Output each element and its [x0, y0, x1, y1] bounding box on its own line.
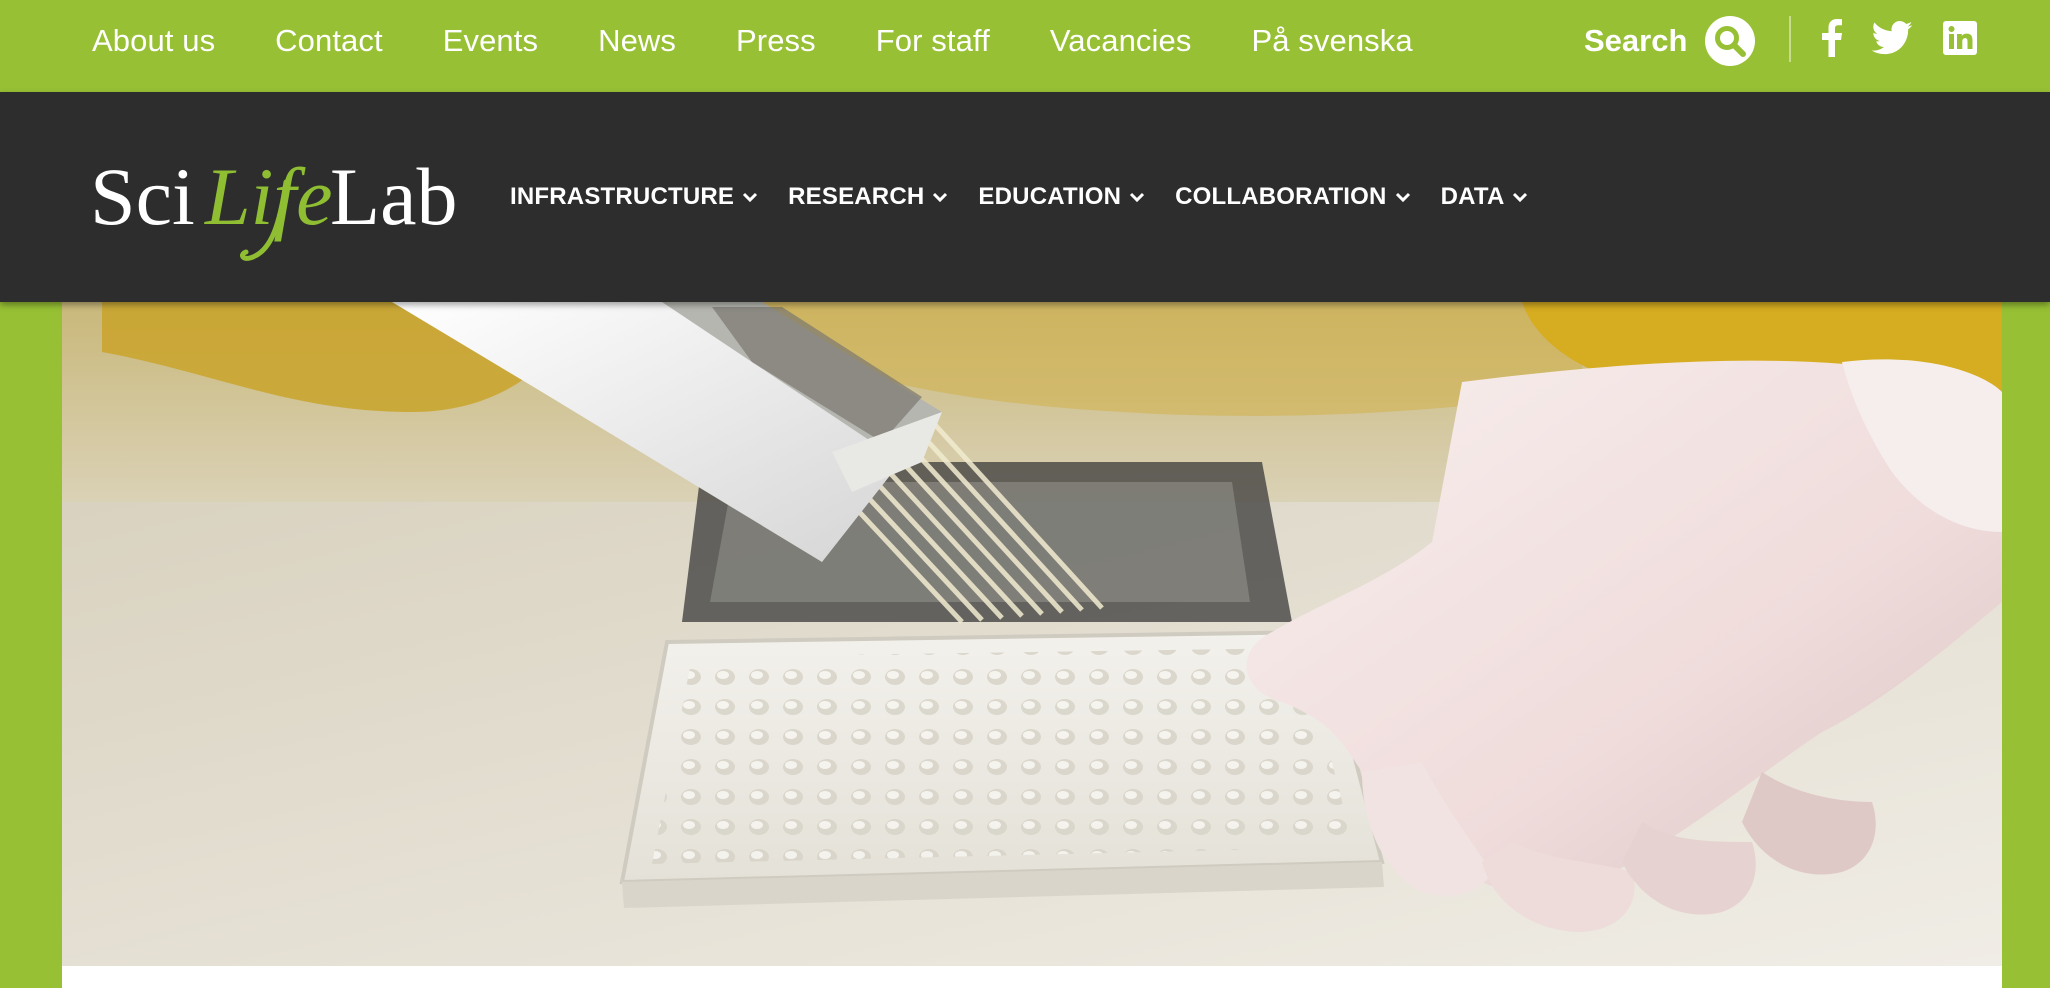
- top-link-press[interactable]: Press: [736, 23, 816, 59]
- nav-collaboration[interactable]: COLLABORATION: [1175, 183, 1410, 211]
- top-link-vacancies[interactable]: Vacancies: [1050, 23, 1192, 59]
- svg-text:Life: Life: [204, 151, 333, 242]
- search-control[interactable]: Search: [1584, 14, 1756, 68]
- main-header: Sci Life Lab INFRASTRUCTURE RESEARCH EDU…: [0, 92, 2050, 302]
- chevron-down-icon: [933, 192, 948, 203]
- facebook-icon: [1822, 19, 1842, 57]
- top-utility-bar: About us Contact Events News Press For s…: [0, 0, 2050, 92]
- nav-education[interactable]: EDUCATION: [978, 183, 1145, 211]
- top-link-events[interactable]: Events: [443, 23, 538, 59]
- top-link-swedish[interactable]: På svenska: [1251, 23, 1412, 59]
- nav-research-label: RESEARCH: [788, 183, 925, 210]
- content-area: [62, 966, 2002, 988]
- chevron-down-icon: [1130, 192, 1145, 203]
- nav-data[interactable]: DATA: [1441, 183, 1529, 211]
- chevron-down-icon: [1513, 192, 1528, 203]
- facebook-link[interactable]: [1818, 18, 1846, 58]
- main-navigation: INFRASTRUCTURE RESEARCH EDUCATION COLLAB…: [510, 92, 1528, 302]
- linkedin-link[interactable]: [1942, 18, 1978, 58]
- search-icon: [1715, 26, 1747, 57]
- top-link-news[interactable]: News: [598, 23, 676, 59]
- nav-research[interactable]: RESEARCH: [788, 183, 948, 211]
- svg-text:Sci: Sci: [90, 151, 195, 242]
- nav-collaboration-label: COLLABORATION: [1175, 183, 1387, 210]
- top-link-about-us[interactable]: About us: [92, 23, 215, 59]
- top-link-contact[interactable]: Contact: [275, 23, 383, 59]
- nav-infrastructure[interactable]: INFRASTRUCTURE: [510, 183, 758, 211]
- logo-icon: Sci Life Lab: [90, 151, 457, 261]
- lab-pipette-photo: [62, 302, 2002, 966]
- top-navigation: About us Contact Events News Press For s…: [92, 0, 1413, 82]
- linkedin-icon: [1943, 21, 1977, 55]
- nav-data-label: DATA: [1440, 183, 1505, 210]
- twitter-link[interactable]: [1870, 18, 1914, 58]
- search-button[interactable]: [1705, 16, 1756, 66]
- scilifelab-logo[interactable]: Sci Life Lab: [90, 142, 470, 262]
- chevron-down-icon: [743, 192, 758, 203]
- header-divider: [1789, 16, 1791, 62]
- twitter-icon: [1871, 21, 1913, 55]
- svg-text:Lab: Lab: [330, 151, 457, 242]
- search-label: Search: [1584, 23, 1688, 58]
- top-link-for-staff[interactable]: For staff: [876, 23, 990, 59]
- nav-infrastructure-label: INFRASTRUCTURE: [510, 183, 735, 210]
- chevron-down-icon: [1395, 192, 1410, 203]
- nav-education-label: EDUCATION: [978, 183, 1122, 210]
- hero-image: [62, 302, 2002, 966]
